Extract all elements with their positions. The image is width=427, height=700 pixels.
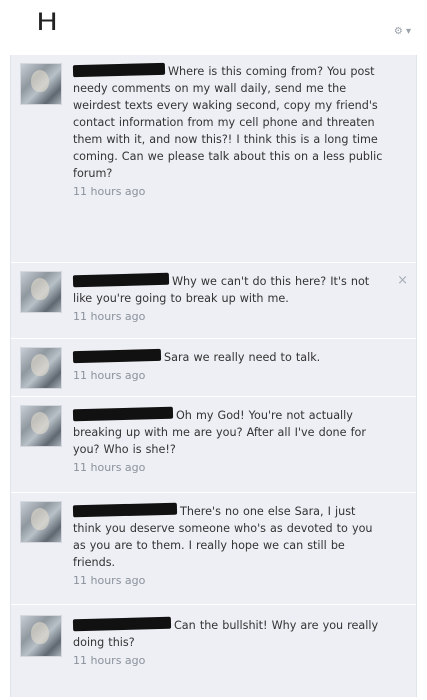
avatar[interactable] bbox=[20, 347, 62, 389]
comment-body: Sara we really need to talk. 11 hours ag… bbox=[72, 348, 385, 384]
comment-text-row: Oh my God! You're not actually breaking … bbox=[72, 406, 385, 458]
comment-text: Where is this coming from? You post need… bbox=[73, 65, 383, 180]
comment-item: Oh my God! You're not actually breaking … bbox=[11, 397, 416, 493]
comment-timestamp[interactable]: 11 hours ago bbox=[73, 653, 385, 669]
remove-comment-icon[interactable]: × bbox=[397, 273, 408, 288]
comment-text: Sara we really need to talk. bbox=[164, 351, 321, 364]
avatar[interactable] bbox=[20, 615, 62, 657]
avatar[interactable] bbox=[20, 271, 62, 313]
top-bar: H ⚙ ▾ bbox=[0, 0, 427, 56]
comment-body: Why we can't do this here? It's not like… bbox=[72, 272, 385, 325]
comment-timestamp[interactable]: 11 hours ago bbox=[73, 184, 385, 200]
comment-item: Can the bullshit! Why are you really doi… bbox=[11, 605, 416, 697]
comment-timestamp[interactable]: 11 hours ago bbox=[73, 573, 385, 589]
comment-body: Can the bullshit! Why are you really doi… bbox=[72, 616, 385, 669]
comment-text-row: Where is this coming from? You post need… bbox=[72, 62, 385, 182]
comment-item: Where is this coming from? You post need… bbox=[11, 55, 416, 263]
redacted-name bbox=[72, 62, 166, 78]
redacted-name bbox=[72, 502, 178, 518]
comment-text-row: Sara we really need to talk. bbox=[72, 348, 385, 366]
redacted-name bbox=[72, 616, 172, 632]
comment-text-row: There's no one else Sara, I just think y… bbox=[72, 502, 385, 571]
comment-timestamp[interactable]: 11 hours ago bbox=[73, 309, 385, 325]
avatar[interactable] bbox=[20, 405, 62, 447]
comment-text-row: Why we can't do this here? It's not like… bbox=[72, 272, 385, 307]
comment-feed: Where is this coming from? You post need… bbox=[10, 55, 417, 697]
comment-item: Why we can't do this here? It's not like… bbox=[11, 263, 416, 339]
gear-menu-icon[interactable]: ⚙ ▾ bbox=[394, 26, 411, 37]
redacted-name bbox=[72, 406, 174, 422]
comment-item: Sara we really need to talk. 11 hours ag… bbox=[11, 339, 416, 397]
comment-timestamp[interactable]: 11 hours ago bbox=[73, 368, 385, 384]
comment-body: There's no one else Sara, I just think y… bbox=[72, 502, 385, 589]
comment-body: Oh my God! You're not actually breaking … bbox=[72, 406, 385, 476]
comment-item: There's no one else Sara, I just think y… bbox=[11, 493, 416, 605]
comment-body: Where is this coming from? You post need… bbox=[72, 62, 385, 200]
redacted-name bbox=[72, 348, 162, 364]
comment-timestamp[interactable]: 11 hours ago bbox=[73, 460, 385, 476]
comment-text-row: Can the bullshit! Why are you really doi… bbox=[72, 616, 385, 651]
redacted-name bbox=[72, 272, 170, 288]
corner-mark: H bbox=[36, 8, 58, 36]
avatar[interactable] bbox=[20, 501, 62, 543]
avatar[interactable] bbox=[20, 63, 62, 105]
